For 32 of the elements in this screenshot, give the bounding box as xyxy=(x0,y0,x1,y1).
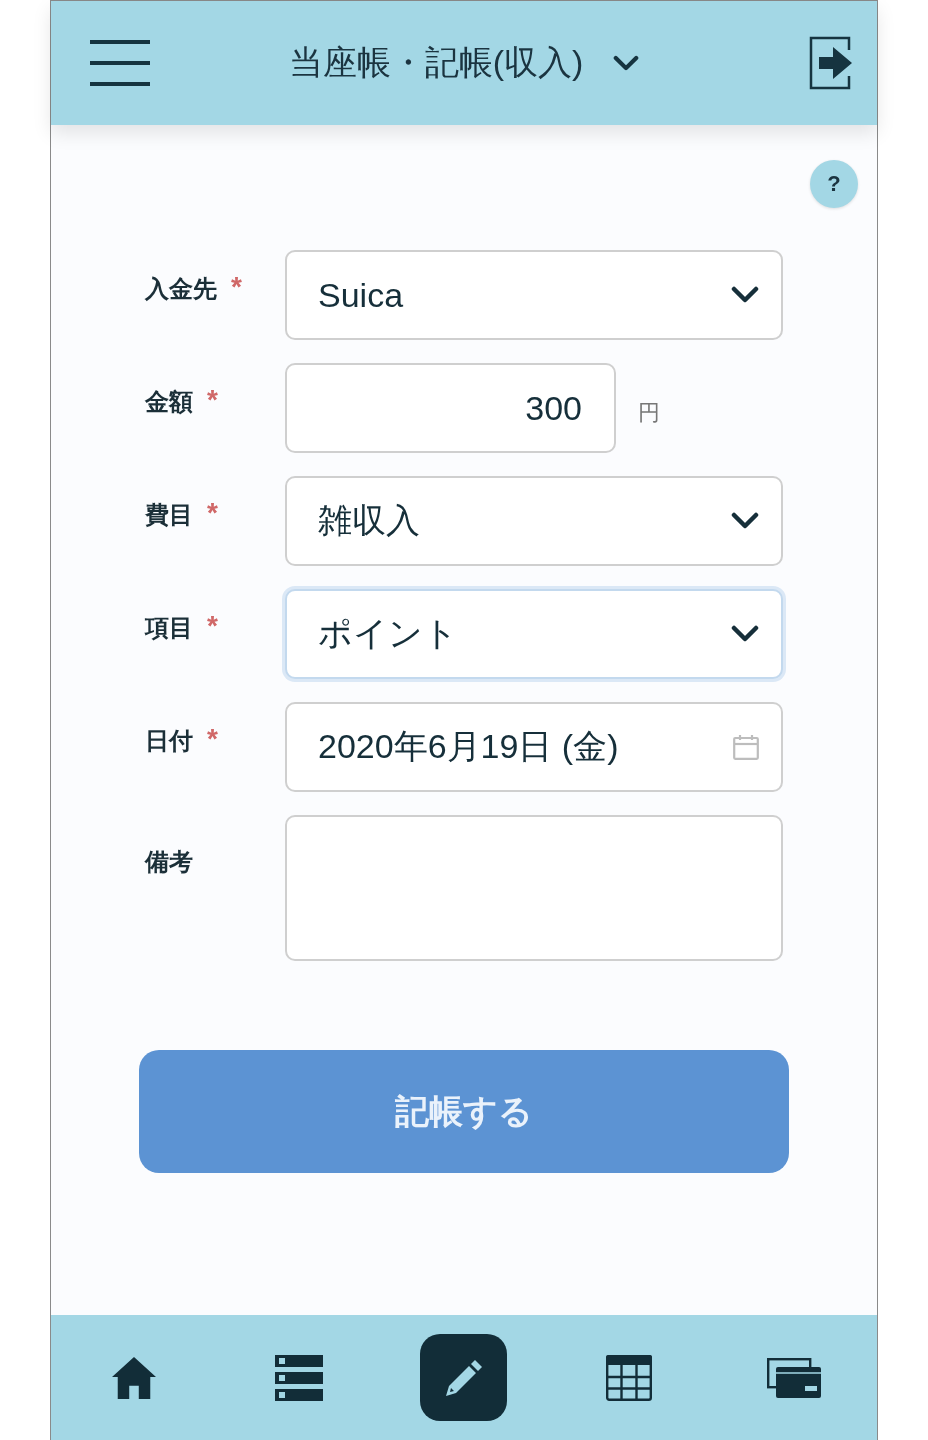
field-label: 項目 xyxy=(145,613,193,643)
menu-icon[interactable] xyxy=(90,40,150,86)
field-label: 入金先 xyxy=(145,274,217,304)
currency-unit: 円 xyxy=(638,399,660,427)
required-mark: * xyxy=(231,274,242,300)
chevron-down-icon xyxy=(731,512,759,530)
date-field[interactable]: 2020年6月19日 (金) xyxy=(285,702,783,792)
calendar-icon xyxy=(733,734,759,760)
memo-field[interactable] xyxy=(285,815,783,961)
amount-field[interactable]: 300 xyxy=(285,363,616,453)
caret-icon xyxy=(613,54,640,72)
select-field[interactable]: ポイント xyxy=(285,589,783,679)
field-label: 金額 xyxy=(145,387,193,417)
help-button[interactable]: ? xyxy=(810,160,858,208)
select-field[interactable]: 雑収入 xyxy=(285,476,783,566)
chevron-down-icon xyxy=(731,625,759,643)
field-label: 費目 xyxy=(145,500,193,530)
required-mark: * xyxy=(207,726,218,752)
required-mark: * xyxy=(207,613,218,639)
chevron-down-icon xyxy=(731,286,759,304)
select-field[interactable]: Suica xyxy=(285,250,783,340)
table-icon xyxy=(606,1354,653,1401)
list-icon xyxy=(274,1354,323,1401)
required-mark: * xyxy=(207,500,218,526)
cards-icon xyxy=(767,1357,822,1398)
field-label: 日付 xyxy=(145,726,193,756)
nav-tab[interactable] xyxy=(420,1334,508,1421)
page-title-dropdown[interactable]: 当座帳・記帳(収入) xyxy=(288,40,640,86)
required-mark: * xyxy=(207,387,218,413)
field-label: 備考 xyxy=(145,847,193,877)
pencil-icon xyxy=(444,1357,484,1398)
home-icon xyxy=(110,1355,157,1400)
